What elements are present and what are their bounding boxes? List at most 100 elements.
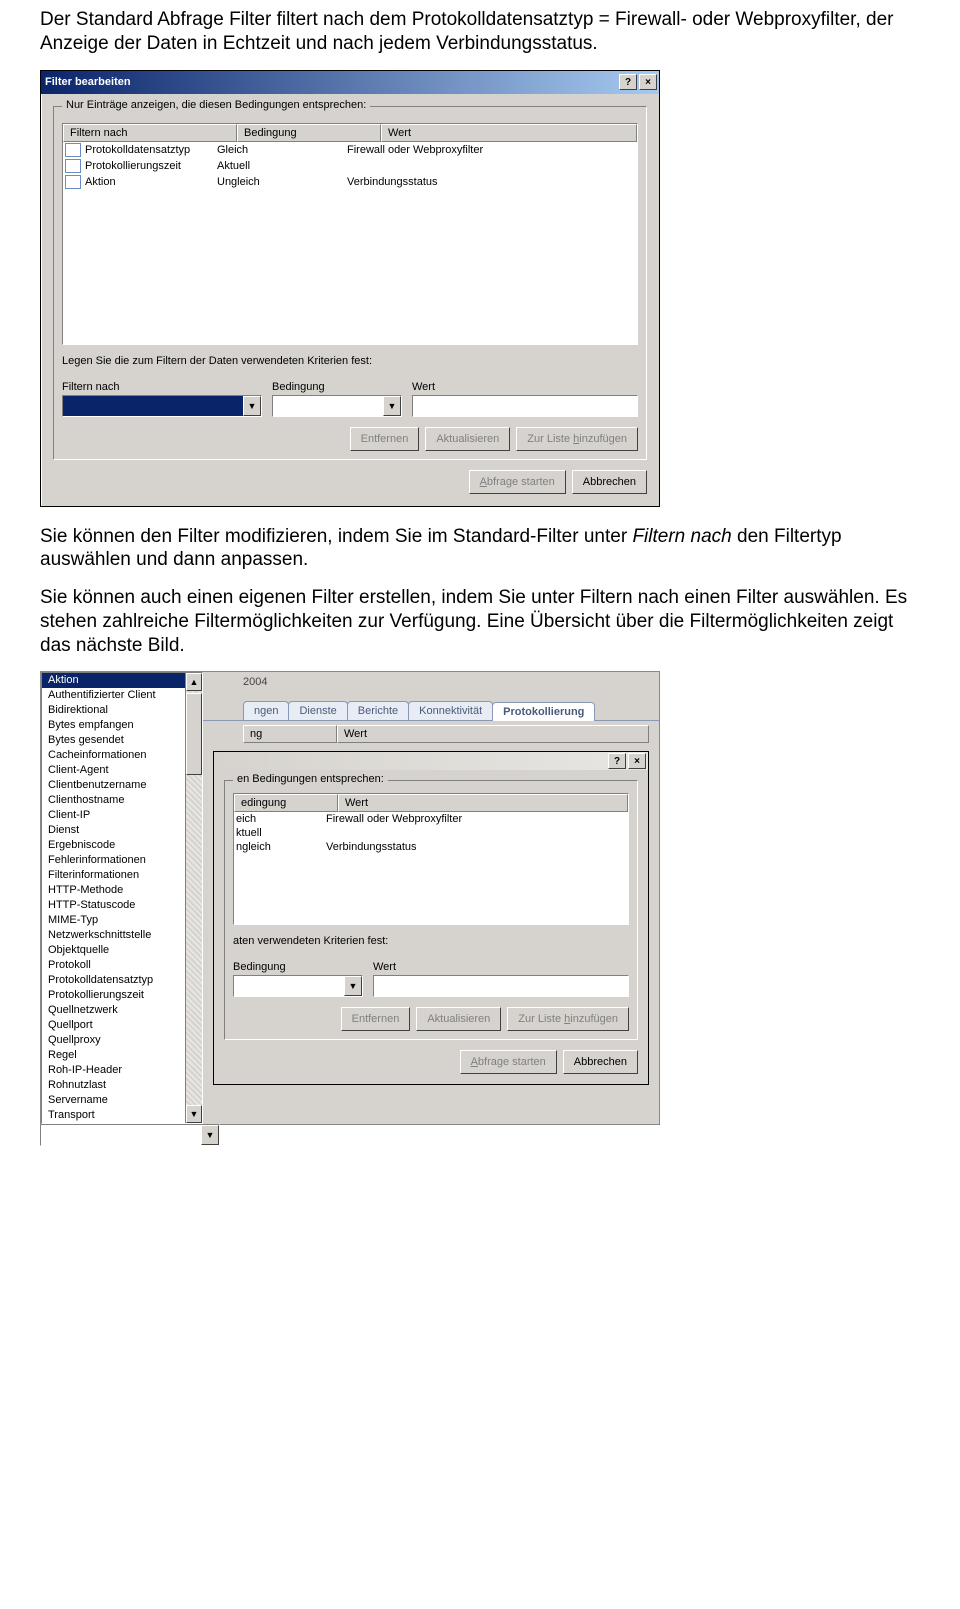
dropdown-option[interactable]: Bytes empfangen [42,718,185,733]
dropdown-option[interactable]: Roh-IP-Header [42,1063,185,1078]
list-row[interactable]: eich Firewall oder Webproxyfilter [234,812,628,826]
filter-by-combo[interactable]: ▼ [62,395,262,417]
scroll-up-icon[interactable]: ▲ [186,673,202,691]
filter-combo-collapsed[interactable]: ▼ [40,1124,220,1146]
dropdown-option[interactable]: Protokolldatensatztyp [42,973,185,988]
list-row[interactable]: ktuell [234,826,628,840]
help-button[interactable]: ? [619,74,637,90]
inner-dialog-partial: ? × en Bedingungen entsprechen: edingung… [213,751,649,1085]
dropdown-option[interactable]: Protokoll [42,958,185,973]
start-query-button[interactable]: Abfrage starten [460,1050,557,1074]
chevron-down-icon[interactable]: ▼ [243,396,261,416]
condition-selection [273,396,383,416]
chevron-down-icon[interactable]: ▼ [344,976,362,996]
dropdown-option[interactable]: Cacheinformationen [42,748,185,763]
dropdown-option[interactable]: Aktion [42,673,185,688]
help-button[interactable]: ? [608,753,626,769]
dropdown-option[interactable]: Servername [42,1093,185,1108]
dialog-title: Filter bearbeiten [45,76,131,88]
refresh-button[interactable]: Aktualisieren [425,427,510,451]
cell-cond: Aktuell [217,160,347,172]
dropdown-option[interactable]: Clientbenutzername [42,778,185,793]
filter-dialog: Filter bearbeiten ? × Nur Einträge anzei… [40,70,660,507]
add-to-list-button[interactable]: Zur Liste hinzufügen [516,427,638,451]
dropdown-option[interactable]: Clienthostname [42,793,185,808]
criteria-value-label: Wert [412,381,638,393]
partial-group-label: en Bedingungen entsprechen: [233,773,388,785]
condition-combo[interactable]: ▼ [272,395,402,417]
scroll-thumb[interactable] [186,693,202,775]
chevron-down-icon[interactable]: ▼ [383,396,401,416]
p2-part1: Sie können den Filter modifizieren, inde… [40,526,632,547]
dropdown-option[interactable]: Quellnetzwerk [42,1003,185,1018]
filter-options-figure: AktionAuthentifizierter ClientBidirektio… [40,671,920,1146]
list-row[interactable]: Aktion Ungleich Verbindungsstatus [63,174,637,190]
dropdown-option[interactable]: Transport [42,1108,185,1123]
list-row[interactable]: Protokollierungszeit Aktuell [63,158,637,174]
partial-wert-label: Wert [373,961,629,973]
remove-button[interactable]: Entfernen [341,1007,411,1031]
dropdown-option[interactable]: MIME-Typ [42,913,185,928]
value-input[interactable] [412,395,638,417]
close-button[interactable]: × [628,753,646,769]
tab-berichte[interactable]: Berichte [347,701,409,720]
dropdown-option[interactable]: Bidirektional [42,703,185,718]
col-condition-header[interactable]: Bedingung [237,124,381,142]
intro-paragraph-1: Der Standard Abfrage Filter filtert nach… [40,8,920,56]
partial-cell-wert: Firewall oder Webproxyfilter [326,813,626,825]
list-row[interactable]: Protokolldatensatztyp Gleich Firewall od… [63,142,637,158]
cell-filter: Aktion [85,176,116,188]
remove-button[interactable]: Entfernen [350,427,420,451]
dropdown-option[interactable]: Ergebniscode [42,838,185,853]
dropdown-scrollbar[interactable]: ▲ ▼ [185,673,202,1123]
filter-dialog-figure: Filter bearbeiten ? × Nur Einträge anzei… [40,70,920,507]
filter-dropdown-list[interactable]: AktionAuthentifizierter ClientBidirektio… [41,672,203,1124]
partial-condition-combo[interactable]: ▼ [233,975,363,997]
dropdown-option[interactable]: Client-Agent [42,763,185,778]
tab-dienste[interactable]: Dienste [288,701,347,720]
doc-icon [65,159,81,173]
chevron-down-icon[interactable]: ▼ [201,1125,219,1145]
dropdown-option[interactable]: Quellproxy [42,1033,185,1048]
scroll-down-icon[interactable]: ▼ [186,1105,202,1123]
tab-konnektivitaet[interactable]: Konnektivität [408,701,493,720]
dropdown-option[interactable]: Bytes gesendet [42,733,185,748]
cancel-button[interactable]: Abbrechen [572,470,647,494]
cancel-button[interactable]: Abbrechen [563,1050,638,1074]
tab-protokollierung[interactable]: Protokollierung [492,702,595,721]
criteria-filter-label: Filtern nach [62,381,262,393]
dropdown-option[interactable]: Filterinformationen [42,868,185,883]
dropdown-option[interactable]: Fehlerinformationen [42,853,185,868]
partial-bed-label: Bedingung [233,961,363,973]
refresh-button[interactable]: Aktualisieren [416,1007,501,1031]
dropdown-option[interactable]: Quellport [42,1018,185,1033]
scroll-track[interactable] [186,691,202,1105]
conditions-listview[interactable]: Filtern nach Bedingung Wert Protokolldat… [62,123,638,345]
dropdown-option[interactable]: HTTP-Statuscode [42,898,185,913]
dropdown-option[interactable]: Rohnutzlast [42,1078,185,1093]
start-query-button[interactable]: Abfrage starten [469,470,566,494]
dropdown-option[interactable]: Authentifizierter Client [42,688,185,703]
col-value-header[interactable]: Wert [381,124,637,142]
close-button[interactable]: × [639,74,657,90]
dropdown-option[interactable]: Client-IP [42,808,185,823]
partial-listview[interactable]: edingung Wert eich Firewall oder Webprox… [233,793,629,925]
tab-bar: ngen Dienste Berichte Konnektivität Prot… [203,672,659,721]
col-filter-header[interactable]: Filtern nach [63,124,237,142]
cell-cond: Gleich [217,144,347,156]
dropdown-option[interactable]: HTTP-Methode [42,883,185,898]
doc-icon [65,175,81,189]
partial-col-wert: Wert [337,725,649,743]
criteria-instruction: Legen Sie die zum Filtern der Daten verw… [62,355,638,367]
dropdown-option[interactable]: Protokollierungszeit [42,988,185,1003]
dropdown-option[interactable]: Netzwerkschnittstelle [42,928,185,943]
add-to-list-button[interactable]: Zur Liste hinzufügen [507,1007,629,1031]
dropdown-option[interactable]: Regel [42,1048,185,1063]
cell-wert: Firewall oder Webproxyfilter [347,144,635,156]
dropdown-option[interactable]: Dienst [42,823,185,838]
filter-by-selection [63,396,243,416]
list-row[interactable]: ngleich Verbindungsstatus [234,840,628,854]
partial-value-input[interactable] [373,975,629,997]
dropdown-option[interactable]: Objektquelle [42,943,185,958]
tab-ngen[interactable]: ngen [243,701,289,720]
